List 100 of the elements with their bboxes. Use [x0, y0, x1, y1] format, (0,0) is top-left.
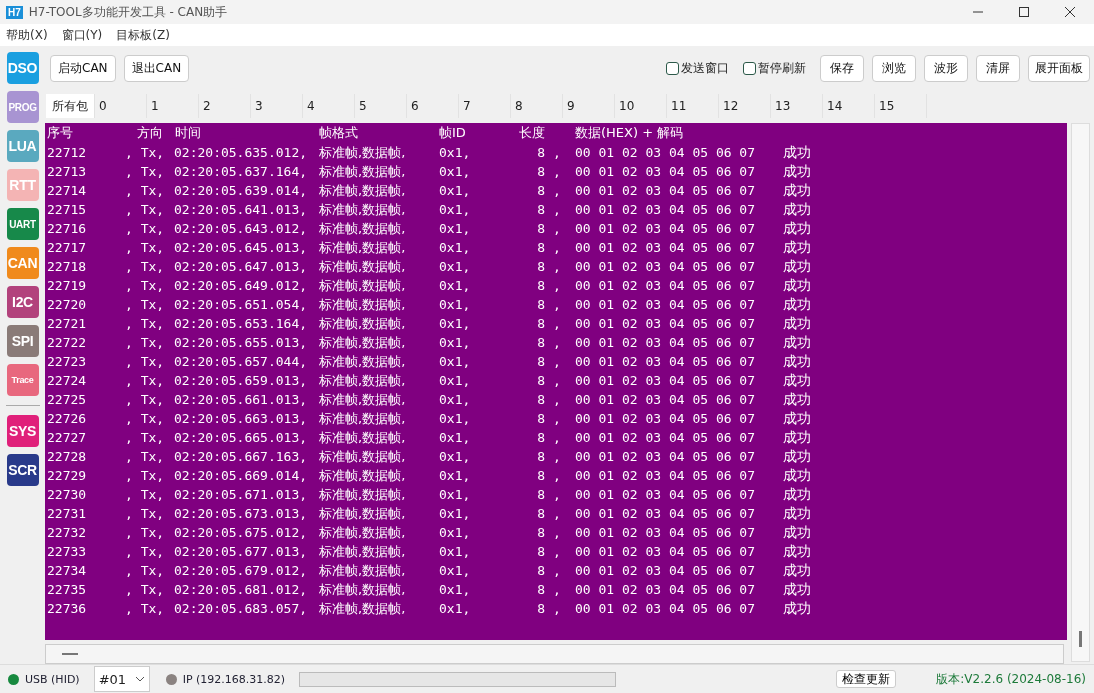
log-cell-text: 0x1, — [439, 259, 472, 274]
log-cell-text: 8 — [536, 373, 545, 388]
log-cell-text: 8 — [536, 316, 545, 331]
menu-item[interactable]: 窗口(Y) — [61, 26, 103, 44]
sidebar-tool-button[interactable]: UART — [6, 208, 39, 240]
log-cell-text: , Tx, — [125, 544, 166, 559]
log-cell-text: 8 — [536, 145, 545, 160]
log-cell-text: 8 — [536, 582, 545, 597]
version-label: 版本:V2.2.6 (2024-08-16) — [936, 670, 1086, 688]
log-cell-text: 02:20:05.679.012, — [174, 563, 309, 578]
toolbar-button[interactable]: 保存 — [820, 54, 864, 82]
log-column-header: 数据(HEX) + 解码 — [575, 124, 685, 142]
log-cell-text: , Tx, — [125, 601, 166, 616]
close-icon[interactable] — [1064, 6, 1076, 18]
log-cell-text: 8 — [536, 411, 545, 426]
vertical-scrollbar[interactable] — [1071, 123, 1090, 662]
log-cell-text: , Tx, — [125, 449, 166, 464]
checkbox[interactable] — [743, 61, 756, 75]
log-cell-text: 标准帧,数据帧, — [319, 295, 407, 314]
log-cell-text: , — [552, 335, 562, 350]
log-column-header: 序号 — [47, 124, 74, 142]
log-cell-text: 00 01 02 03 04 05 06 07 — [575, 202, 756, 217]
log-cell-text: 00 01 02 03 04 05 06 07 — [575, 259, 756, 274]
log-cell-text: 8 — [536, 183, 545, 198]
log-cell-text: 02:20:05.667.163, — [174, 449, 309, 464]
log-cell-text: 成功 — [783, 200, 812, 219]
app-logo: H7 — [6, 5, 23, 19]
log-cell-text: 标准帧,数据帧, — [319, 162, 407, 181]
log-cell-text: 22732 — [47, 525, 88, 540]
log-cell-text: 22712 — [47, 145, 88, 160]
check-update-button[interactable]: 检查更新 — [836, 670, 897, 688]
horizontal-scrollbar[interactable] — [45, 644, 1064, 664]
log-cell-text: 0x1, — [439, 487, 472, 502]
sidebar-tool-button[interactable]: I2C — [6, 286, 39, 318]
toolbar-button[interactable]: 退出CAN — [123, 54, 190, 82]
checkbox[interactable] — [666, 61, 679, 75]
log-cell-text: 标准帧,数据帧, — [319, 466, 407, 485]
log-cell-text: 标准帧,数据帧, — [319, 219, 407, 238]
log-cell-text: , — [552, 449, 562, 464]
log-cell-text: 22734 — [47, 563, 88, 578]
log-cell-text: , Tx, — [125, 259, 166, 274]
log-cell-text: , Tx, — [125, 164, 166, 179]
menu-item[interactable]: 帮助(X) — [6, 26, 48, 44]
log-cell-text: 成功 — [783, 333, 812, 352]
log-cell-text: 成功 — [783, 542, 812, 561]
log-cell-text: 成功 — [783, 143, 812, 162]
log-cell-text: 22727 — [47, 430, 88, 445]
log-cell-text: 02:20:05.673.013, — [174, 506, 309, 521]
log-cell-text: , — [552, 164, 562, 179]
log-cell-text: 00 01 02 03 04 05 06 07 — [575, 506, 756, 521]
log-cell-text: 0x1, — [439, 506, 472, 521]
log-column-header: 时间 — [175, 124, 202, 142]
toolbar-button[interactable]: 清屏 — [976, 54, 1020, 82]
log-column-header: 帧格式 — [319, 124, 359, 142]
log-cell-text: 22728 — [47, 449, 88, 464]
log-cell-text: 成功 — [783, 162, 812, 181]
log-cell-text: 00 01 02 03 04 05 06 07 — [575, 601, 756, 616]
log-cell-text: 标准帧,数据帧, — [319, 599, 407, 618]
tab[interactable]: 所有包 — [46, 94, 95, 118]
log-cell-text: , — [552, 278, 562, 293]
log-cell-text: 22726 — [47, 411, 88, 426]
toolbar-button[interactable]: 展开面板 — [1028, 54, 1090, 82]
log-cell-text: 22733 — [47, 544, 88, 559]
toolbar-button[interactable]: 浏览 — [872, 54, 916, 82]
log-cell-text: 标准帧,数据帧, — [319, 238, 407, 257]
log-cell-text: , — [552, 468, 562, 483]
log-cell-text: 0x1, — [439, 183, 472, 198]
log-cell-text: , Tx, — [125, 487, 166, 502]
log-cell-text: , Tx, — [125, 202, 166, 217]
sidebar-tool-button[interactable]: SYS — [6, 415, 39, 447]
maximize-icon[interactable] — [1018, 6, 1030, 18]
log-cell-text: 22719 — [47, 278, 88, 293]
log-cell-text: 22736 — [47, 601, 88, 616]
log-cell-text: 0x1, — [439, 544, 472, 559]
device-select[interactable]: #01 — [93, 666, 150, 692]
log-cell-text: 22715 — [47, 202, 88, 217]
menu-item[interactable]: 目标板(Z) — [116, 26, 170, 44]
log-cell-text: 0x1, — [439, 316, 472, 331]
log-cell-text: 02:20:05.649.012, — [174, 278, 309, 293]
sidebar-tool-button[interactable]: SCR — [6, 454, 39, 486]
log-cell-text: 0x1, — [439, 449, 472, 464]
log-cell-text: 8 — [536, 449, 545, 464]
log-cell-text: 0x1, — [439, 373, 472, 388]
log-cell-text: 成功 — [783, 523, 812, 542]
log-cell-text: 0x1, — [439, 392, 472, 407]
log-cell-text: 0x1, — [439, 278, 472, 293]
log-cell-text: 00 01 02 03 04 05 06 07 — [575, 582, 756, 597]
sidebar-tool-button[interactable]: SPI — [6, 325, 39, 357]
log-cell-text: , — [552, 525, 562, 540]
log-cell-text: 8 — [536, 506, 545, 521]
log-cell-text: , — [552, 145, 562, 160]
log-cell-text: 00 01 02 03 04 05 06 07 — [575, 487, 756, 502]
log-cell-text: 22729 — [47, 468, 88, 483]
log-cell-text: 0x1, — [439, 525, 472, 540]
log-cell-text: , — [552, 582, 562, 597]
toolbar-button[interactable]: 启动CAN — [50, 54, 116, 82]
log-cell-text: , — [552, 240, 562, 255]
chevron-down-icon — [134, 676, 145, 682]
log-cell-text: 8 — [536, 221, 545, 236]
toolbar-button[interactable]: 波形 — [924, 54, 968, 82]
